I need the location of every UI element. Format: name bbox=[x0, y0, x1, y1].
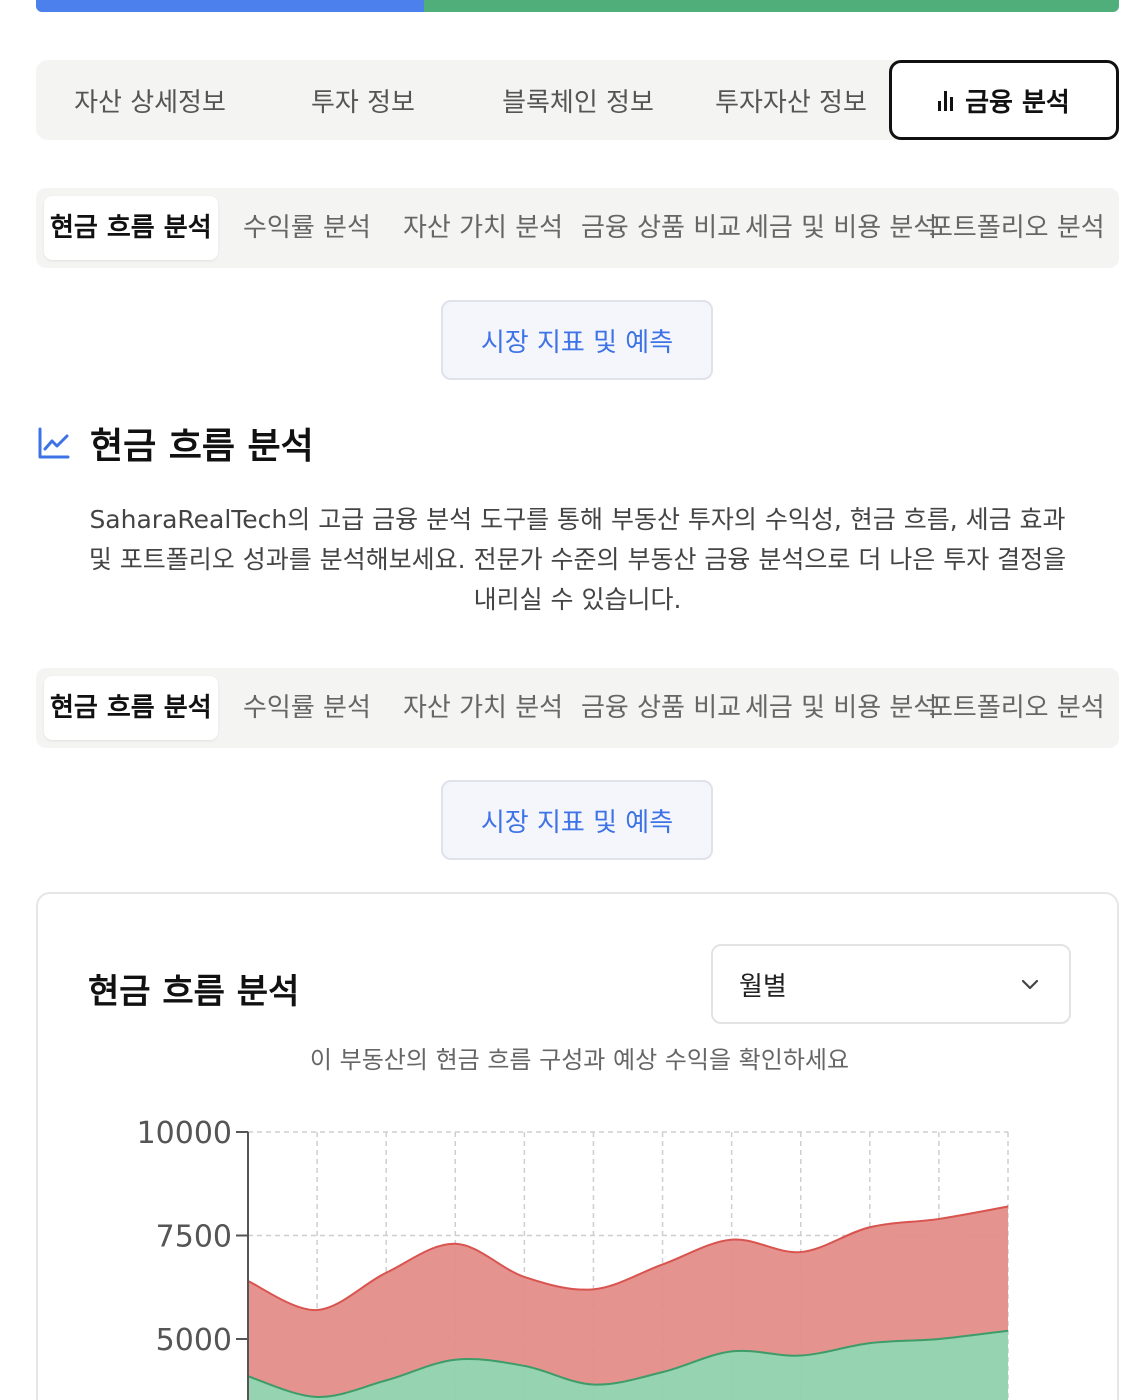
tab-asset-details[interactable]: 자산 상세정보 bbox=[36, 60, 264, 140]
subtab-asset-value[interactable]: 자산 가치 분석 bbox=[403, 668, 563, 748]
subtab-portfolio[interactable]: 포트폴리오 분석 bbox=[929, 668, 1105, 748]
subtab-tax-costs[interactable]: 세금 및 비용 분석 bbox=[745, 668, 937, 748]
section-description: SaharaRealTech의 고급 금융 분석 도구를 통해 부동산 투자의 … bbox=[36, 500, 1119, 620]
cash-flow-card: 현금 흐름 분석 월별 이 부동산의 현금 흐름 구성과 예상 수익을 확인하세… bbox=[36, 892, 1119, 1400]
subtab-portfolio[interactable]: 포트폴리오 분석 bbox=[929, 188, 1105, 268]
description-line: 내리실 수 있습니다. bbox=[473, 585, 682, 614]
subtab-financial-products[interactable]: 금융 상품 비교 bbox=[581, 668, 741, 748]
progress-bar-fill bbox=[36, 0, 424, 12]
cash-flow-area-chart: 10000 7500 5000 bbox=[137, 1116, 1009, 1400]
subtab-returns[interactable]: 수익률 분석 bbox=[243, 188, 371, 268]
subtab-cash-flow[interactable]: 현금 흐름 분석 bbox=[44, 196, 218, 260]
description-line: 및 포트폴리오 성과를 분석해보세요. 전문가 수준의 부동산 금융 분석으로 … bbox=[88, 545, 1067, 574]
tab-financial-analysis-label: 금융 분석 bbox=[965, 87, 1070, 118]
main-tab-bar: 자산 상세정보 투자 정보 블록체인 정보 투자자산 정보 금융 분석 bbox=[36, 60, 1119, 140]
section-title: 현금 흐름 분석 bbox=[90, 426, 314, 467]
y-tick-label: 10000 bbox=[137, 1116, 232, 1151]
market-indicators-button-secondary[interactable]: 시장 지표 및 예측 bbox=[441, 780, 713, 860]
tab-financial-analysis[interactable]: 금융 분석 bbox=[889, 60, 1119, 140]
section-header: 현금 흐름 분석 bbox=[36, 418, 314, 468]
analysis-sub-tab-bar-secondary: 현금 흐름 분석 수익률 분석 자산 가치 분석 금융 상품 비교 세금 및 비… bbox=[36, 668, 1119, 748]
progress-bar-remainder bbox=[423, 0, 1119, 12]
subtab-tax-costs[interactable]: 세금 및 비용 분석 bbox=[745, 188, 937, 268]
y-tick-label: 7500 bbox=[156, 1220, 232, 1255]
bar-chart-icon bbox=[938, 89, 954, 111]
line-chart-icon bbox=[38, 427, 70, 459]
tab-investment-asset-info[interactable]: 투자자산 정보 bbox=[694, 60, 888, 140]
subtab-cash-flow[interactable]: 현금 흐름 분석 bbox=[44, 676, 218, 740]
tab-investment-info[interactable]: 투자 정보 bbox=[264, 60, 462, 140]
tab-blockchain-info[interactable]: 블록체인 정보 bbox=[462, 60, 694, 140]
analysis-sub-tab-bar: 현금 흐름 분석 수익률 분석 자산 가치 분석 금융 상품 비교 세금 및 비… bbox=[36, 188, 1119, 268]
subtab-financial-products[interactable]: 금융 상품 비교 bbox=[581, 188, 741, 268]
y-tick-label: 5000 bbox=[156, 1323, 232, 1358]
market-indicators-button[interactable]: 시장 지표 및 예측 bbox=[441, 300, 713, 380]
description-line: SaharaRealTech의 고급 금융 분석 도구를 통해 부동산 투자의 … bbox=[89, 505, 1066, 534]
progress-bar bbox=[36, 0, 1119, 12]
subtab-returns[interactable]: 수익률 분석 bbox=[243, 668, 371, 748]
subtab-asset-value[interactable]: 자산 가치 분석 bbox=[403, 188, 563, 268]
